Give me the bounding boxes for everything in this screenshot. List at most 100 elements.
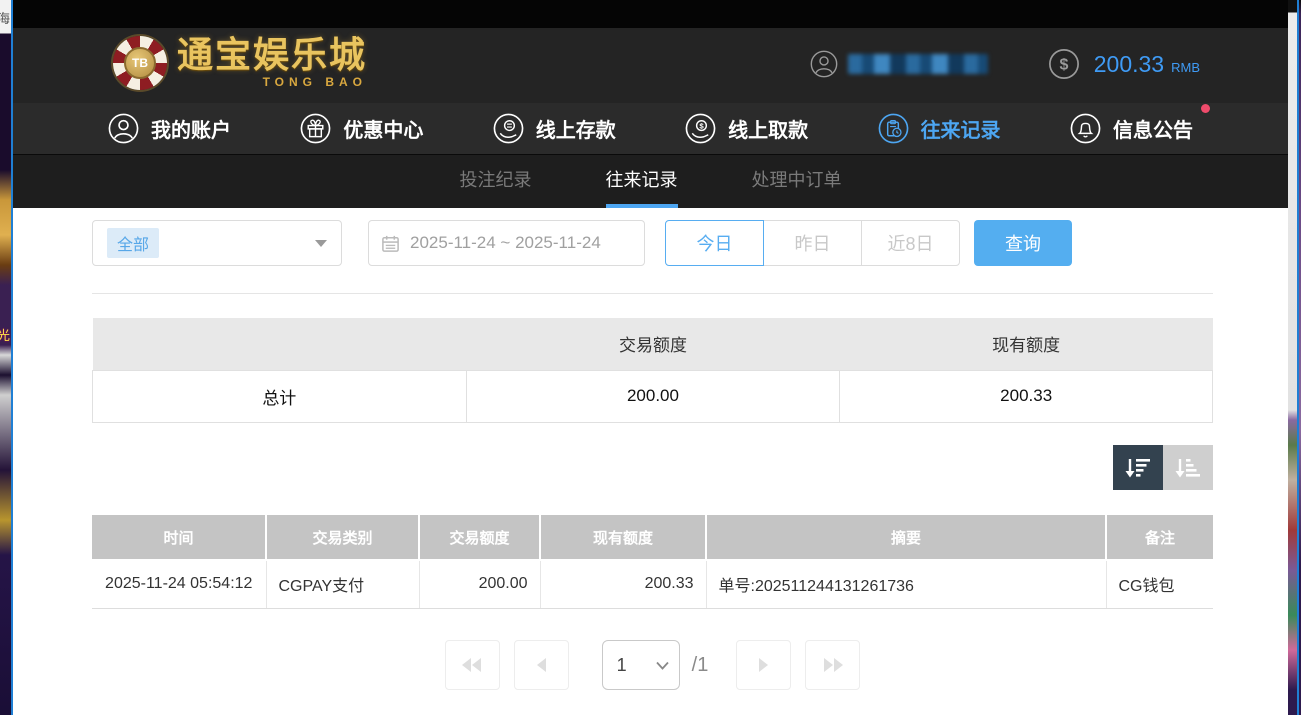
summary-table: 交易额度 现有额度 总计 200.00 200.33: [92, 318, 1213, 423]
content-area: 全部 2025-11-24 ~ 2025-11-24: [13, 208, 1288, 715]
edge-char-top: 海: [0, 8, 10, 27]
main-window: TB 通宝娱乐城 TONG BAO $: [13, 0, 1288, 715]
withdraw-icon: $: [685, 113, 716, 144]
summary-header-balance: 现有额度: [840, 318, 1213, 370]
nav-label: 信息公告: [1113, 114, 1193, 143]
col-summary: 摘要: [706, 515, 1106, 560]
first-page-button[interactable]: [445, 640, 500, 690]
page-total-label: /1: [692, 654, 709, 677]
chevron-down-icon: [656, 661, 669, 670]
casino-chip-icon: TB: [113, 36, 167, 90]
svg-text:$: $: [1059, 57, 1068, 74]
dollar-circle-icon: $: [1048, 48, 1080, 80]
deposit-icon: [493, 113, 524, 144]
page-root: 海 光 TB 通宝娱乐城 TONG BAO: [0, 0, 1301, 715]
col-balance: 现有额度: [540, 515, 706, 560]
pagination: 1 /1: [92, 640, 1213, 690]
logo-name-cn: 通宝娱乐城: [177, 37, 367, 73]
summary-header-row: 交易额度 现有额度: [93, 318, 1213, 370]
balance-area[interactable]: $ 200.33 RMB: [1048, 48, 1200, 80]
filter-row: 全部 2025-11-24 ~ 2025-11-24: [92, 220, 1072, 266]
logo-text: 通宝娱乐城 TONG BAO: [177, 37, 367, 89]
notification-dot: [1201, 104, 1210, 113]
chip-label: TB: [124, 47, 156, 79]
sub-tab-bar: 投注纪录 往来记录 处理中订单: [13, 155, 1288, 208]
date-range-input[interactable]: 2025-11-24 ~ 2025-11-24: [368, 220, 645, 266]
cell-time: 2025-11-24 05:54:12: [92, 560, 266, 608]
sort-descending-button[interactable]: [1113, 445, 1163, 490]
user-icon: [108, 113, 139, 144]
cell-type: CGPAY支付: [266, 560, 419, 608]
nav-label: 线上取款: [728, 114, 808, 143]
quick-yesterday-button[interactable]: 昨日: [763, 220, 862, 266]
caret-down-icon: [315, 240, 327, 247]
selected-type-tag: 全部: [107, 228, 159, 258]
tab-pending-orders[interactable]: 处理中订单: [752, 155, 842, 208]
browser-scrollbar[interactable]: [1288, 0, 1297, 715]
col-type: 交易类别: [266, 515, 419, 560]
prev-page-button[interactable]: [514, 640, 569, 690]
username-blurred: [848, 54, 988, 74]
nav-label: 往来记录: [921, 114, 1001, 143]
last-page-icon: [821, 656, 845, 674]
user-account-area[interactable]: [810, 50, 988, 78]
site-header: TB 通宝娱乐城 TONG BAO $: [13, 28, 1288, 103]
nav-label: 优惠中心: [343, 114, 423, 143]
records-header-row: 时间 交易类别 交易额度 现有额度 摘要 备注: [92, 515, 1213, 560]
col-note: 备注: [1106, 515, 1213, 560]
edge-char-mid: 光: [0, 325, 10, 344]
svg-text:$: $: [699, 122, 704, 131]
table-row: 2025-11-24 05:54:12 CGPAY支付 200.00 200.3…: [92, 560, 1213, 608]
summary-total-balance: 200.33: [840, 370, 1213, 422]
nav-item-my-account[interactable]: 我的账户: [108, 113, 231, 144]
next-page-button[interactable]: [736, 640, 791, 690]
summary-total-label: 总计: [93, 370, 467, 422]
search-button[interactable]: 查询: [974, 220, 1072, 266]
col-time: 时间: [92, 515, 266, 560]
records-table: 时间 交易类别 交易额度 现有额度 摘要 备注 2025-11-24 05:54…: [92, 515, 1213, 609]
cell-summary: 单号:202511244131261736: [706, 560, 1106, 608]
balance-amount: 200.33: [1094, 51, 1164, 78]
user-avatar-icon: [810, 50, 838, 78]
summary-header-amount: 交易额度: [466, 318, 840, 370]
logo-name-en: TONG BAO: [263, 75, 367, 89]
site-logo[interactable]: TB 通宝娱乐城 TONG BAO: [113, 36, 367, 90]
nav-item-withdraw[interactable]: $ 线上取款: [685, 113, 808, 144]
nav-item-deposit[interactable]: 线上存款: [493, 113, 616, 144]
prev-page-icon: [533, 656, 549, 674]
nav-item-transactions[interactable]: 往来记录: [878, 113, 1001, 144]
background-page-left-edge: 海 光: [0, 0, 11, 715]
sort-descending-icon: [1124, 456, 1152, 480]
cell-amount: 200.00: [419, 560, 540, 608]
quick-today-button[interactable]: 今日: [665, 220, 764, 266]
nav-label: 我的账户: [151, 114, 231, 143]
cell-note: CG钱包: [1106, 560, 1213, 608]
sort-ascending-icon: [1174, 456, 1202, 480]
last-page-button[interactable]: [805, 640, 860, 690]
summary-total-amount: 200.00: [466, 370, 840, 422]
summary-header-empty: [93, 318, 467, 370]
first-page-icon: [460, 656, 484, 674]
page-select-value: 1: [617, 655, 627, 676]
bell-icon: [1070, 113, 1101, 144]
date-range-value: 2025-11-24 ~ 2025-11-24: [410, 233, 601, 253]
next-page-icon: [756, 656, 772, 674]
divider: [92, 293, 1213, 294]
nav-item-announcements[interactable]: 信息公告: [1070, 113, 1193, 144]
records-icon: [878, 113, 909, 144]
gift-icon: [300, 113, 331, 144]
quick-date-group: 今日 昨日 近8日: [665, 220, 960, 266]
page-select[interactable]: 1: [602, 640, 680, 690]
sort-controls: [1113, 445, 1213, 490]
type-select[interactable]: 全部: [92, 220, 342, 266]
quick-last8days-button[interactable]: 近8日: [861, 220, 960, 266]
balance-currency: RMB: [1171, 54, 1200, 75]
tab-bet-records[interactable]: 投注纪录: [460, 155, 532, 208]
tab-transaction-records[interactable]: 往来记录: [606, 155, 678, 208]
calendar-icon: [381, 234, 400, 253]
nav-label: 线上存款: [536, 114, 616, 143]
cell-balance: 200.33: [540, 560, 706, 608]
nav-item-promotions[interactable]: 优惠中心: [300, 113, 423, 144]
sort-ascending-button[interactable]: [1163, 445, 1213, 490]
summary-total-row: 总计 200.00 200.33: [93, 370, 1213, 422]
